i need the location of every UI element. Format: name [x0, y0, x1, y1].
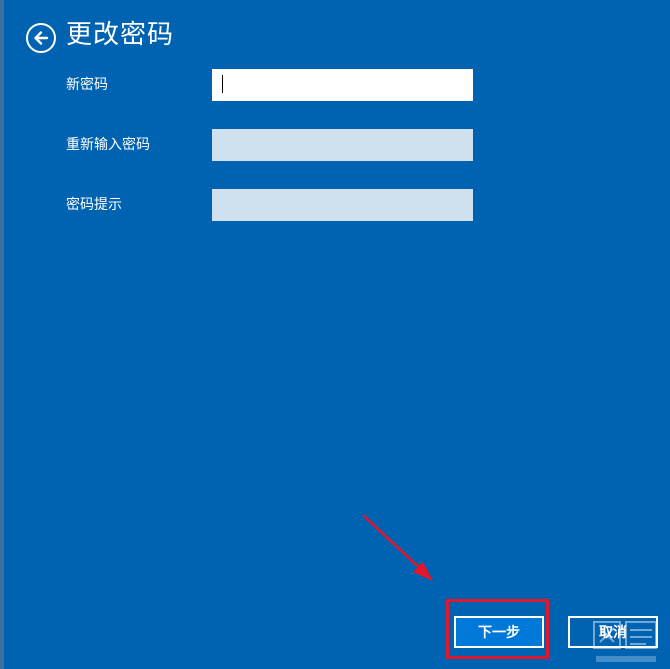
- new-password-label: 新密码: [66, 77, 108, 93]
- page-title: 更改密码: [66, 20, 175, 50]
- reenter-password-label: 重新输入密码: [66, 137, 150, 153]
- text-caret: [222, 75, 223, 93]
- cancel-button[interactable]: 取消: [568, 616, 658, 648]
- reenter-password-field[interactable]: [212, 129, 473, 161]
- back-arrow-icon: [34, 31, 49, 45]
- next-button[interactable]: 下一步: [454, 616, 544, 648]
- password-hint-label: 密码提示: [66, 197, 122, 213]
- password-hint-field[interactable]: [212, 189, 473, 221]
- new-password-field[interactable]: [212, 69, 473, 101]
- back-button[interactable]: [26, 23, 56, 53]
- window-left-edge: [0, 0, 4, 669]
